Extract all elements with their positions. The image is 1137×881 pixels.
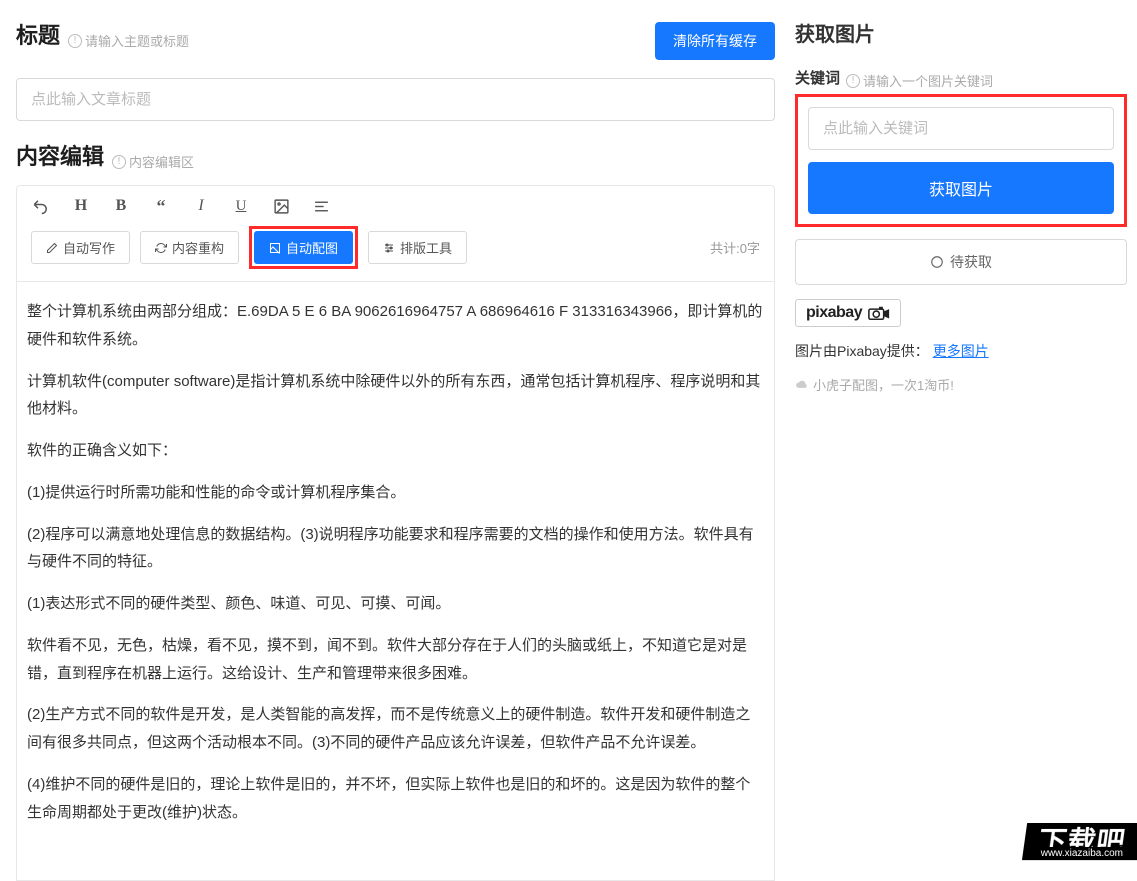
content-paragraph: (2)生产方式不同的软件是开发，是人类智能的高发挥，而不是传统意义上的硬件制造。…: [27, 701, 764, 757]
auto-image-button[interactable]: 自动配图: [254, 231, 353, 264]
content-paragraph: (1)提供运行时所需功能和性能的命令或计算机程序集合。: [27, 479, 764, 507]
pending-status[interactable]: 待获取: [795, 239, 1127, 285]
content-paragraph: 计算机软件(computer software)是指计算机系统中除硬件以外的所有…: [27, 368, 764, 424]
info-icon: !: [68, 34, 82, 48]
refresh-icon: [155, 242, 167, 254]
undo-icon[interactable]: [31, 196, 51, 216]
main-panel: 标题 ! 请输入主题或标题 清除所有缓存 内容编辑 ! 内容编辑区 H: [16, 18, 775, 881]
footer-credit: 小虎子配图，一次1淘币!: [795, 375, 1127, 394]
content-paragraph: 软件看不见，无色，枯燥，看不见，摸不到，闻不到。软件大部分存在于人们的头脑或纸上…: [27, 632, 764, 688]
image-icon[interactable]: [271, 196, 291, 216]
title-section-label: 标题: [16, 18, 60, 50]
restructure-button[interactable]: 内容重构: [140, 231, 239, 264]
pixabay-credit: 图片由Pixabay提供： 更多图片: [795, 341, 1127, 361]
auto-write-button[interactable]: 自动写作: [31, 231, 130, 264]
slider-icon: [383, 242, 395, 254]
picture-icon: [269, 242, 281, 254]
title-header: 标题 ! 请输入主题或标题 清除所有缓存: [16, 18, 775, 64]
keyword-highlight-box: 获取图片: [795, 94, 1127, 227]
editor-section-label: 内容编辑: [16, 139, 104, 171]
info-icon: !: [846, 74, 860, 88]
align-left-icon[interactable]: [311, 196, 331, 216]
info-icon: !: [112, 155, 126, 169]
editor-toolbar: H B “ I U 自动写作: [16, 185, 775, 282]
title-hint: ! 请输入主题或标题: [68, 31, 189, 50]
watermark-url: www.xiazaiba.com: [1031, 847, 1133, 860]
sidebar-title: 获取图片: [795, 18, 1127, 47]
auto-image-highlight: 自动配图: [249, 226, 358, 269]
editor-content[interactable]: 整个计算机系统由两部分组成：E.69DA 5 E 6 BA 9062616964…: [16, 282, 775, 881]
keyword-hint: ! 请输入一个图片关键词: [846, 71, 993, 90]
more-images-link[interactable]: 更多图片: [933, 343, 989, 359]
content-paragraph: (2)程序可以满意地处理信息的数据结构。(3)说明程序功能要求和程序需要的文档的…: [27, 521, 764, 577]
content-paragraph: 软件的正确含义如下：: [27, 437, 764, 465]
sidebar-panel: 获取图片 关键词 ! 请输入一个图片关键词 获取图片 待获取 pixabay: [795, 18, 1127, 881]
camera-icon: [868, 306, 890, 320]
layout-tool-button[interactable]: 排版工具: [368, 231, 467, 264]
italic-icon[interactable]: I: [191, 196, 211, 216]
cloud-icon: [795, 378, 809, 392]
pencil-icon: [46, 242, 58, 254]
content-paragraph: 整个计算机系统由两部分组成：E.69DA 5 E 6 BA 9062616964…: [27, 298, 764, 354]
quote-icon[interactable]: “: [151, 196, 171, 216]
content-paragraph: (4)维护不同的硬件是旧的，理论上软件是旧的，并不坏，但实际上软件也是旧的和坏的…: [27, 771, 764, 827]
keyword-input[interactable]: [808, 107, 1114, 150]
pixabay-badge: pixabay: [795, 299, 901, 327]
word-count: 共计:0字: [710, 238, 760, 257]
editor-hint: ! 内容编辑区: [112, 152, 194, 171]
content-paragraph: (1)表达形式不同的硬件类型、颜色、味道、可见、可摸、可闻。: [27, 590, 764, 618]
underline-icon[interactable]: U: [231, 196, 251, 216]
keyword-label: 关键词: [795, 67, 840, 88]
bold-icon[interactable]: B: [111, 196, 131, 216]
clear-cache-button[interactable]: 清除所有缓存: [655, 22, 775, 60]
article-title-input[interactable]: [16, 78, 775, 121]
fetch-image-button[interactable]: 获取图片: [808, 162, 1114, 214]
circle-icon: [930, 255, 944, 269]
heading-icon[interactable]: H: [71, 196, 91, 216]
